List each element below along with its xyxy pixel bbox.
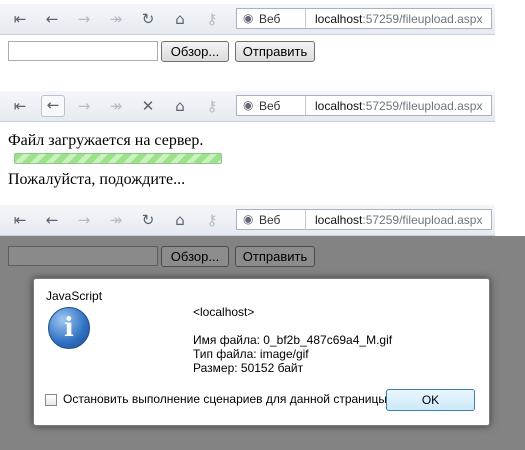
browser-toolbar-1: ⇤ ← → ↠ ↻ ⌂ ⚷ ◉ Веб localhost:57259/file… (0, 4, 495, 35)
address-bar[interactable]: ◉ Веб localhost:57259/fileupload.aspx (236, 8, 492, 29)
last-page-icon[interactable]: ↠ (106, 97, 126, 115)
address-url: localhost:57259/fileupload.aspx (315, 99, 482, 113)
refresh-icon[interactable]: ↻ (138, 10, 158, 28)
address-bar[interactable]: ◉ Веб localhost:57259/fileupload.aspx (236, 95, 492, 116)
browse-button[interactable]: Обзор... (161, 41, 229, 62)
address-mode: Веб (259, 213, 281, 227)
url-host: localhost (315, 12, 363, 26)
upload-progress-bar (14, 153, 222, 164)
address-bar[interactable]: ◉ Веб localhost:57259/fileupload.aspx (236, 209, 492, 230)
globe-icon: ◉ (243, 11, 254, 25)
back-icon[interactable]: ← (41, 95, 65, 117)
home-icon[interactable]: ⌂ (170, 211, 190, 229)
dialog-file-name: Имя файла: 0_bf2b_487c69a4_M.gif (193, 333, 393, 347)
browser-toolbar-3: ⇤ ← → ↠ ↻ ⌂ ⚷ ◉ Веб localhost:57259/file… (0, 205, 495, 236)
forward-icon[interactable]: → (74, 10, 94, 28)
url-path: :57259/fileupload.aspx (362, 12, 483, 26)
address-mode: Веб (259, 12, 281, 26)
first-page-icon[interactable]: ⇤ (10, 10, 30, 28)
wait-text: Пожалуйста, подождите... (8, 171, 186, 188)
dialog-title: JavaScript (46, 289, 103, 303)
last-page-icon[interactable]: ↠ (106, 211, 126, 229)
globe-icon: ◉ (243, 212, 254, 226)
info-icon: i (48, 307, 90, 349)
stop-scripts-checkbox[interactable] (45, 394, 57, 406)
file-path-input[interactable] (8, 41, 158, 61)
url-path: :57259/fileupload.aspx (362, 213, 483, 227)
back-icon[interactable]: ← (42, 10, 62, 28)
submit-button[interactable]: Отправить (235, 246, 315, 267)
refresh-icon[interactable]: ↻ (138, 211, 158, 229)
last-page-icon[interactable]: ↠ (106, 10, 126, 28)
stop-icon[interactable]: ✕ (138, 97, 158, 115)
address-url: localhost:57259/fileupload.aspx (315, 213, 482, 227)
forward-icon[interactable]: → (74, 97, 94, 115)
back-icon[interactable]: ← (42, 211, 62, 229)
upload-status-text: Файл загружается на сервер. (8, 132, 204, 149)
stop-scripts-label[interactable]: Остановить выполнение сценариев для данн… (63, 392, 387, 406)
address-mode: Веб (259, 99, 281, 113)
globe-icon: ◉ (243, 98, 254, 112)
dialog-origin: <localhost> (193, 305, 255, 319)
browser-toolbar-2: ⇤ ← → ↠ ✕ ⌂ ⚷ ◉ Веб localhost:57259/file… (0, 91, 495, 122)
address-divider (305, 210, 306, 229)
url-host: localhost (315, 99, 363, 113)
address-url: localhost:57259/fileupload.aspx (315, 12, 482, 26)
first-page-icon[interactable]: ⇤ (10, 211, 30, 229)
dialog-file-type: Тип файла: image/gif (193, 347, 309, 361)
address-divider (305, 9, 306, 28)
key-icon[interactable]: ⚷ (202, 211, 222, 229)
javascript-alert-dialog: JavaScript i <localhost> Имя файла: 0_bf… (33, 278, 490, 426)
key-icon[interactable]: ⚷ (202, 97, 222, 115)
key-icon[interactable]: ⚷ (202, 10, 222, 28)
url-path: :57259/fileupload.aspx (362, 99, 483, 113)
submit-button[interactable]: Отправить (235, 41, 315, 62)
first-page-icon[interactable]: ⇤ (10, 97, 30, 115)
url-host: localhost (315, 213, 363, 227)
dialog-file-size: Размер: 50152 байт (193, 361, 304, 375)
forward-icon[interactable]: → (74, 211, 94, 229)
file-path-input[interactable] (8, 246, 158, 266)
browse-button[interactable]: Обзор... (161, 246, 229, 267)
home-icon[interactable]: ⌂ (170, 10, 190, 28)
ok-button[interactable]: OK (386, 389, 475, 411)
home-icon[interactable]: ⌂ (170, 97, 190, 115)
address-divider (305, 96, 306, 115)
